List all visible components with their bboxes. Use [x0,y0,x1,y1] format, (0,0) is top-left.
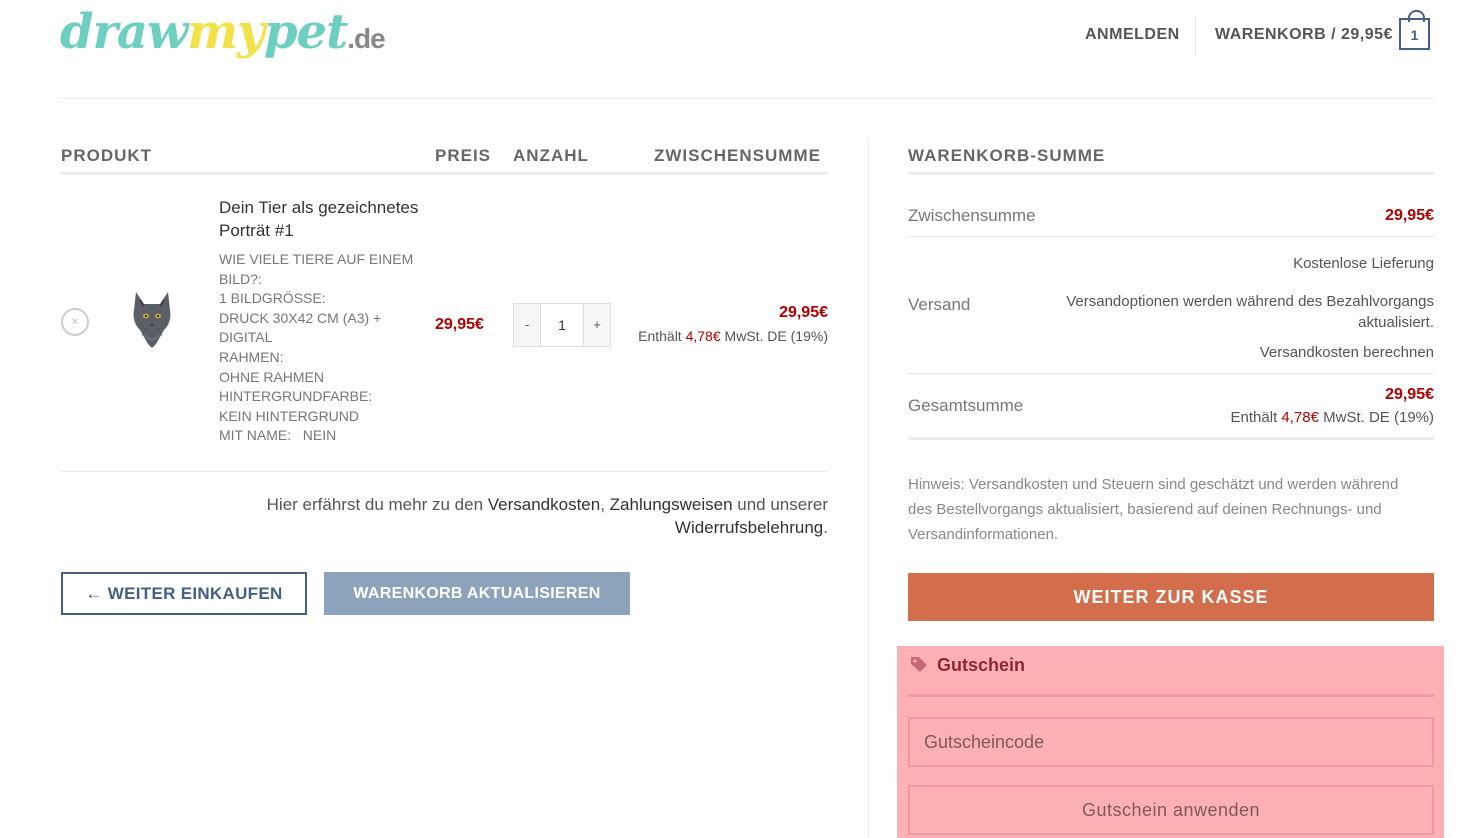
payment-methods-link[interactable]: Zahlungsweisen [610,495,733,514]
variation-line: Hintergrundfarbe: [219,388,373,405]
product-variation-details: Wie viele Tiere auf einem Bild?: 1 Bildg… [219,250,419,446]
item-subtotal: 29,95€ [779,304,828,321]
cart-count-badge: 1 [1410,27,1419,43]
proceed-to-checkout-button[interactable]: WEITER ZUR KASSE [908,573,1434,621]
tax-amount: 4,78€ [1281,409,1319,426]
remove-item-button[interactable]: × [61,308,89,336]
header-divider [60,98,1434,99]
variation-line: Rahmen: [219,348,284,365]
login-link[interactable]: ANMELDEN [1085,26,1180,44]
info-text-part: Hier erfährst du mehr zu den [266,495,488,514]
total-label: Gesamtsumme [908,396,1024,415]
table-header-divider [60,172,828,175]
row-divider [60,471,828,472]
info-text: Hier erfährst du mehr zu den Versandkost… [188,493,828,539]
site-logo[interactable]: drawmypet.de [60,4,386,60]
total-tax-note: Enthält 4,78€ MwSt. DE (19%) [1231,409,1434,426]
totals-divider [908,373,1434,374]
nav-divider [1195,16,1196,56]
quantity-stepper: - 1 + [513,303,611,347]
column-header-product: PRODUKT [61,146,153,165]
arrow-left-icon: ← [85,584,103,603]
variation-line: 1 Bildgröße: [219,290,326,307]
subtotal-value: 29,95€ [1385,207,1434,224]
tax-suffix: MwSt. DE (19%) [720,328,828,344]
shipping-note: Versandoptionen werden während des Bezah… [1066,291,1434,333]
info-text-part: , [600,495,610,514]
variation-line: Ohne Rahmen [219,368,325,385]
logo-my: my [187,4,265,60]
product-name[interactable]: Dein Tier als gezeichnetes Porträt #1 [219,196,429,242]
tag-icon [911,657,927,672]
cart-totals-title: WARENKORB-SUMME [908,146,1106,165]
shopping-bag-icon[interactable]: 1 [1399,10,1430,50]
apply-coupon-button[interactable]: Gutschein anwenden [908,785,1434,835]
close-icon: × [71,316,79,328]
shipping-note-line: Versandoptionen werden während des Bezah… [1066,293,1434,310]
logo-draw: draw [60,4,188,60]
cart-totals-divider [908,172,1434,175]
product-thumbnail[interactable] [130,288,174,348]
update-cart-button[interactable]: WARENKORB AKTUALISIEREN [324,572,630,615]
info-text-part: und unserer [732,495,833,514]
tax-prefix: Enthält [638,328,686,344]
shipping-free-option: Kostenlose Lieferung [1293,255,1434,272]
logo-pet: pet [263,4,348,60]
withdrawal-policy-link[interactable]: Widerrufsbelehrung [675,518,823,537]
column-header-subtotal: ZWISCHENSUMME [654,146,821,165]
variation-line: Mit Name: Nein [219,427,337,444]
total-value: 29,95€ [1385,386,1434,403]
quantity-decrease-button[interactable]: - [513,303,541,347]
subtotal-label: Zwischensumme [908,206,1036,225]
continue-shopping-label: WEITER EINKAUFEN [102,584,283,603]
shipping-note-line: aktualisiert. [1358,314,1434,331]
cart-link[interactable]: WARENKORB / 29,95€ [1215,26,1393,44]
shipping-label: Versand [908,295,971,314]
column-header-quantity: ANZAHL [513,146,589,165]
calculate-shipping-link[interactable]: Versandkosten berechnen [1260,344,1434,361]
coupon-code-input[interactable]: Gutscheincode [908,717,1434,767]
totals-divider [908,236,1434,237]
coupon-divider [908,694,1434,697]
info-text-part: . [823,518,828,537]
item-tax-note: Enthält 4,78€ MwSt. DE (19%) [638,328,828,344]
shipping-tax-hint: Hinweis: Versandkosten und Steuern sind … [908,476,1399,543]
shipping-costs-link[interactable]: Versandkosten [488,495,600,514]
quantity-increase-button[interactable]: + [583,303,611,347]
variation-line: Kein Hintergrund [219,407,360,424]
column-header-price: PREIS [435,146,492,165]
quantity-input[interactable]: 1 [541,303,583,347]
continue-shopping-button[interactable]: ← WEITER EINKAUFEN [61,572,307,615]
tax-amount: 4,78€ [685,328,721,344]
variation-line: Druck 30x42 cm (A3) + Digital [219,309,382,346]
logo-tld: .de [347,23,385,54]
column-separator [868,138,869,838]
totals-divider [908,437,1434,440]
tax-suffix: MwSt. DE (19%) [1318,409,1434,426]
tax-prefix: Enthält [1230,409,1282,426]
item-price: 29,95€ [435,316,484,333]
variation-line: Wie viele Tiere auf einem Bild?: [219,251,414,287]
coupon-title: Gutschein [937,655,1026,675]
